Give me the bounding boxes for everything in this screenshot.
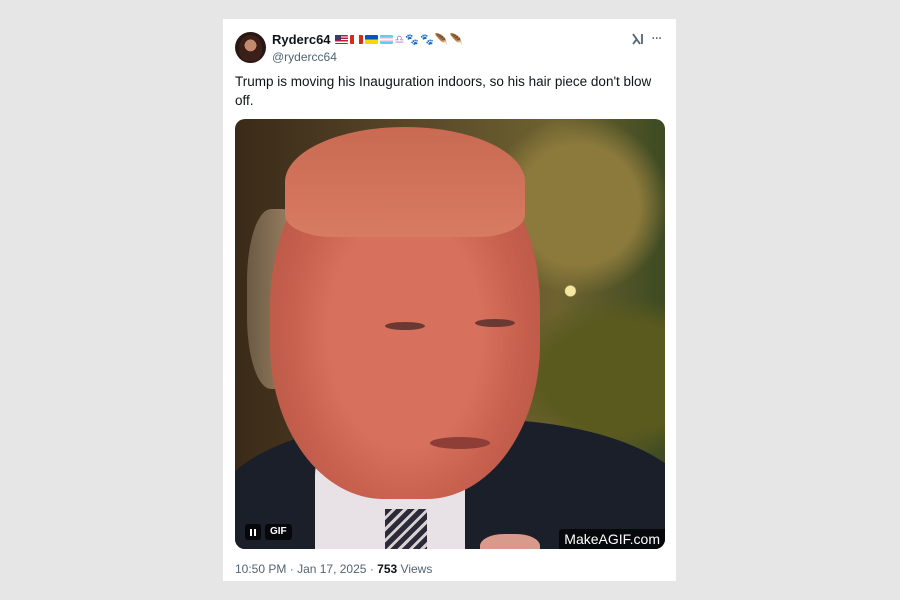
tweet-date[interactable]: Jan 17, 2025 [297,562,366,576]
meta-separator: · [369,562,374,576]
media-hand [480,534,540,549]
tweet-card: Ryderc64 ♎ 🐾 🐾 🪶 🪶 @rydercc64 ··· Trump … [223,19,676,581]
tweet-time[interactable]: 10:50 PM [235,562,286,576]
canada-flag-icon [349,35,363,44]
media-left-eye [385,322,425,330]
tweet-media-gif[interactable]: GIF MakeAGIF.com [235,119,665,549]
author-display-name[interactable]: Ryderc64 [272,32,331,47]
tweet-text: Trump is moving his Inauguration indoors… [235,74,652,108]
paw-prints-icon: 🐾 [420,33,434,46]
libra-emoji-icon: ♎ [394,33,405,46]
paw-prints-icon: 🐾 [405,33,420,46]
gif-badge: GIF [265,524,292,540]
meta-separator: · [289,562,294,576]
trans-flag-icon [379,35,393,44]
tweet-meta: 10:50 PM · Jan 17, 2025 · 753 Views [235,562,432,576]
views-count[interactable]: 753 [377,562,397,576]
gif-controls: GIF [245,524,292,540]
pause-icon[interactable] [245,524,261,540]
media-hair [285,127,525,237]
more-options-icon[interactable]: ··· [651,31,665,47]
feather-icon: 🪶 [434,33,449,46]
media-tie [385,509,427,549]
media-watermark: MakeAGIF.com [559,529,665,549]
us-flag-icon [334,35,348,44]
avatar-image [239,35,262,61]
avatar[interactable] [235,32,266,63]
grok-icon[interactable] [631,32,645,46]
author-badges: ♎ 🐾 🐾 🪶 🪶 [334,33,465,46]
media-mouth [430,437,490,449]
author-handle[interactable]: @rydercc64 [272,50,337,64]
author-name-row: Ryderc64 ♎ 🐾 🐾 🪶 🪶 [272,32,464,47]
views-label: Views [400,562,433,576]
feather-icon: 🪶 [449,33,464,46]
media-right-eye [475,319,515,327]
ukraine-flag-icon [364,35,378,44]
